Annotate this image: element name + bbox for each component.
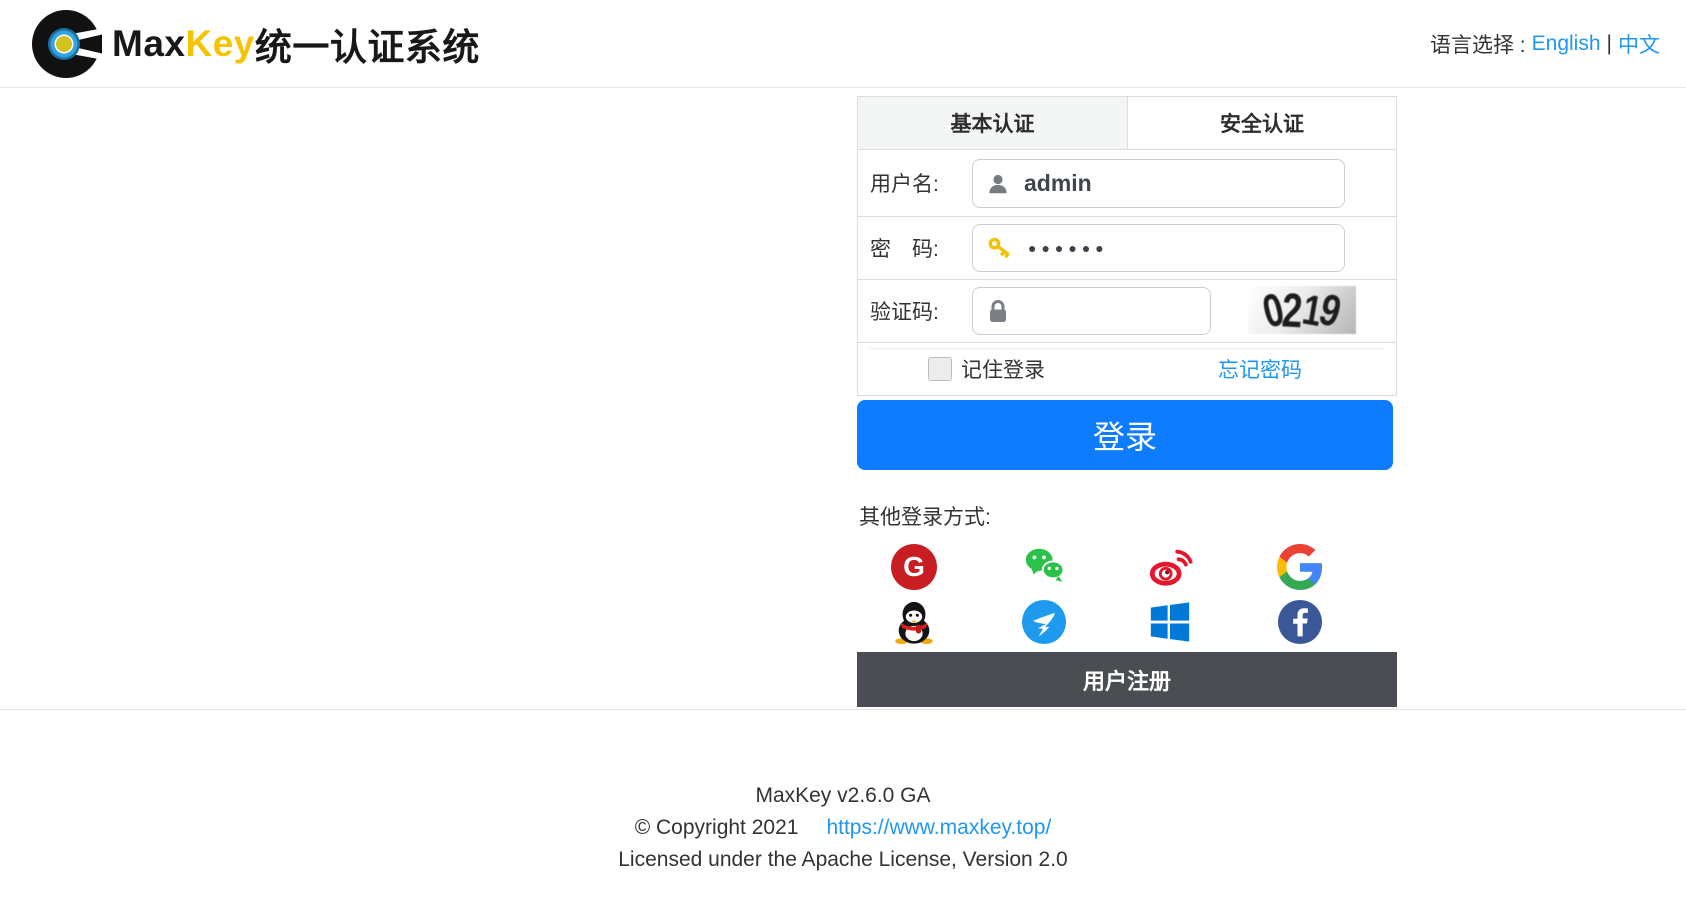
key-icon — [988, 237, 1010, 259]
weibo-login-button[interactable] — [1147, 544, 1193, 590]
language-label: 语言选择 : — [1429, 34, 1526, 57]
other-login-methods-label: 其他登录方式: — [859, 506, 991, 529]
password-label: 密 码: — [870, 238, 939, 261]
tab-basic-auth[interactable]: 基本认证 — [857, 96, 1127, 150]
qq-login-button[interactable] — [891, 599, 937, 645]
qq-icon — [895, 601, 933, 645]
gitee-icon: G — [903, 551, 925, 582]
weibo-icon — [1149, 549, 1193, 586]
username-value: admin — [1024, 170, 1092, 196]
password-row: 密 码: ●●●●●● — [858, 217, 1396, 280]
captcha-label: 验证码: — [870, 301, 939, 324]
header: Max Key 统一认证系统 语言选择 : English | 中文 — [0, 0, 1686, 88]
gitee-login-button[interactable]: G — [891, 544, 937, 590]
forgot-password-link[interactable]: 忘记密码 — [1218, 343, 1302, 395]
windows-icon — [1150, 602, 1190, 642]
brand-key: Key — [185, 23, 255, 64]
auth-tabs: 基本认证 安全认证 — [857, 96, 1397, 150]
captcha-input[interactable] — [972, 287, 1211, 335]
facebook-login-button[interactable] — [1277, 599, 1323, 645]
login-button[interactable]: 登录 — [857, 400, 1393, 470]
brand-cn: 统一认证系统 — [254, 27, 480, 68]
google-icon — [1277, 544, 1323, 590]
brand-max: Max — [112, 23, 186, 64]
footer-copyright-row: © Copyright 2021 https://www.maxkey.top/ — [0, 812, 1686, 844]
login-panel: 基本认证 安全认证 用户名: admin 密 码: ●●●●●● 验证码: 0 … — [857, 96, 1397, 707]
footer: MaxKey v2.6.0 GA © Copyright 2021 https:/… — [0, 780, 1686, 876]
tab-secure-auth[interactable]: 安全认证 — [1127, 96, 1397, 150]
user-icon — [989, 174, 1007, 193]
wechat-login-button[interactable] — [1021, 544, 1067, 590]
language-english-link[interactable]: English — [1532, 32, 1601, 56]
username-row: 用户名: admin — [858, 150, 1396, 217]
maxkey-logo-icon — [30, 8, 104, 80]
google-login-button[interactable] — [1277, 544, 1323, 590]
footer-version: MaxKey v2.6.0 GA — [755, 784, 931, 807]
lock-icon — [990, 300, 1006, 322]
footer-divider — [0, 709, 1686, 710]
username-input[interactable]: admin — [972, 159, 1345, 208]
language-divider: | — [1606, 32, 1612, 55]
wechat-icon — [1025, 548, 1065, 582]
captcha-image[interactable]: 0 2 1 9 — [1248, 286, 1356, 334]
password-input[interactable]: ●●●●●● — [972, 224, 1345, 272]
remember-checkbox[interactable] — [928, 357, 952, 381]
footer-maxkey-link[interactable]: https://www.maxkey.top/ — [826, 816, 1051, 839]
language-selector: 语言选择 : English | 中文 — [1430, 0, 1660, 88]
divider — [870, 348, 1384, 349]
dingtalk-icon — [1021, 599, 1067, 645]
remember-row: 记住登录 忘记密码 — [858, 343, 1396, 395]
footer-copyright: © Copyright 2021 — [634, 816, 799, 839]
password-value: ●●●●●● — [1028, 240, 1109, 256]
windows-login-button[interactable] — [1147, 599, 1193, 645]
page-title: Max Key 统一认证系统 — [112, 0, 480, 88]
facebook-icon — [1277, 599, 1323, 645]
username-label: 用户名: — [870, 173, 939, 196]
remember-label: 记住登录 — [961, 359, 1045, 382]
login-form: 用户名: admin 密 码: ●●●●●● 验证码: 0 2 1 9 记住登录… — [857, 150, 1397, 396]
footer-license: Licensed under the Apache License, Versi… — [618, 848, 1068, 871]
captcha-row: 验证码: 0 2 1 9 — [858, 280, 1396, 343]
register-button[interactable]: 用户注册 — [857, 652, 1397, 707]
dingtalk-login-button[interactable] — [1021, 599, 1067, 645]
language-chinese-link[interactable]: 中文 — [1618, 29, 1660, 59]
